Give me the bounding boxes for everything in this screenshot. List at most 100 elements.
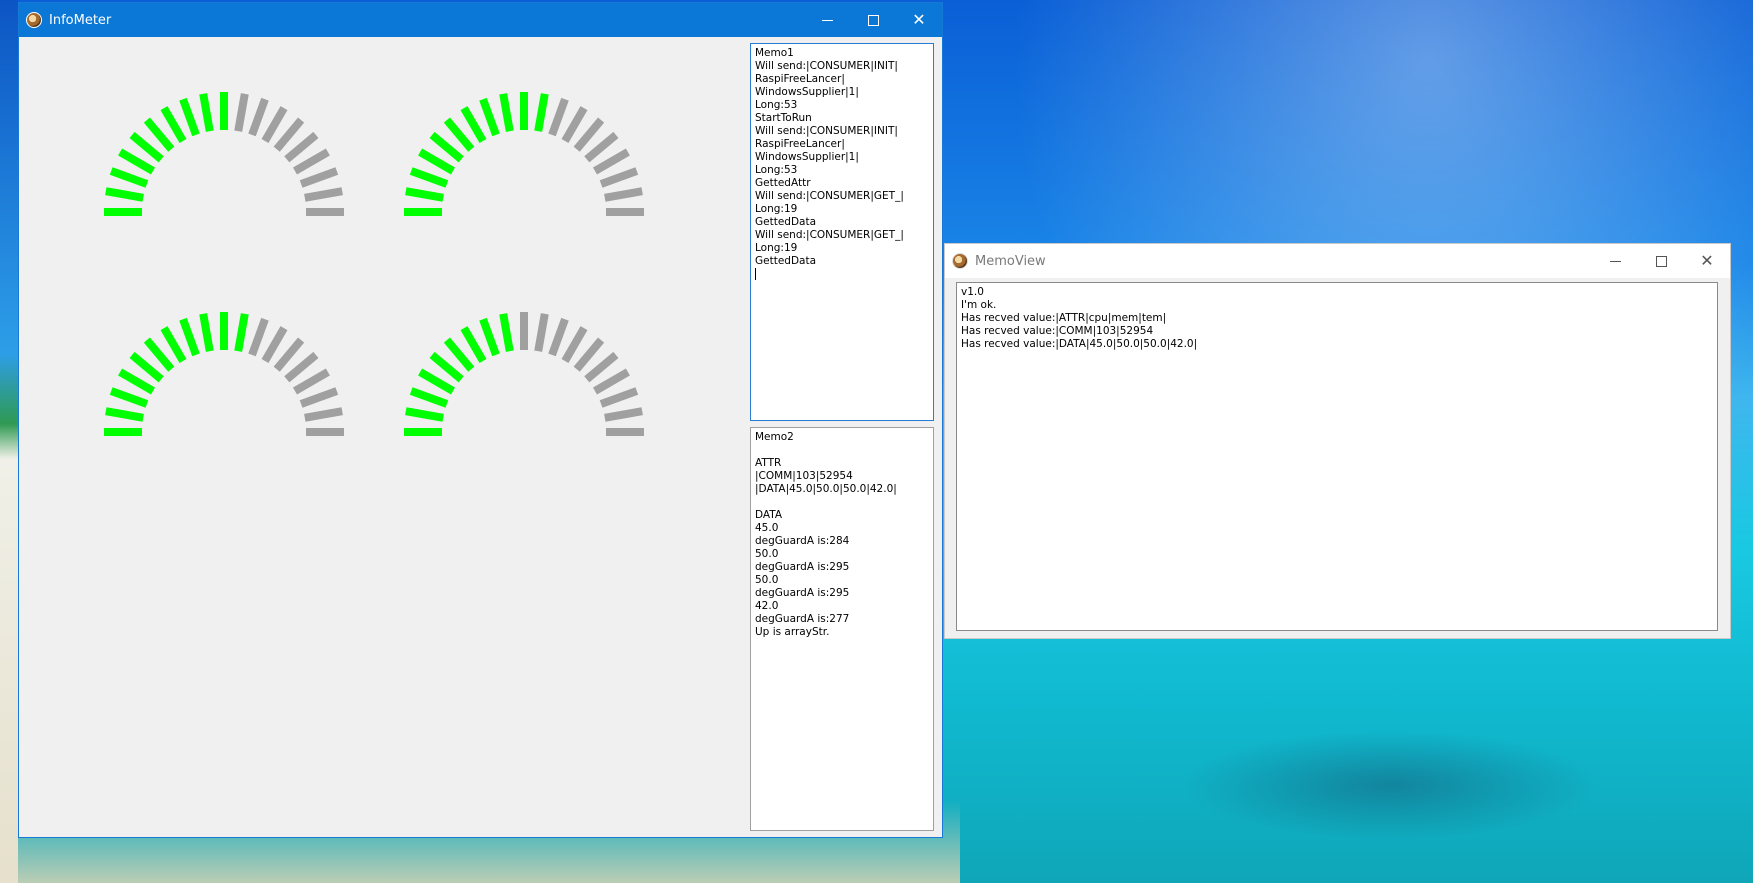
gauge-segment: [273, 117, 305, 152]
gauge-bottom-left: [104, 312, 344, 442]
memo-line: Will send:|CONSUMER|INIT|: [755, 125, 898, 137]
gauge-segment: [261, 106, 288, 144]
memo-line: |COMM|103|52954: [755, 470, 853, 482]
gauge-segment: [573, 337, 605, 372]
gauge-segment: [284, 351, 319, 383]
app-icon: [952, 253, 968, 269]
memo-line: Long:53: [755, 99, 798, 111]
gauge-segment: [109, 167, 149, 188]
gauge-segment: [118, 368, 156, 395]
infometer-titlebar[interactable]: InfoMeter ✕: [19, 3, 942, 37]
gauge-segment: [109, 387, 149, 408]
gauge-segment: [584, 351, 619, 383]
close-button[interactable]: ✕: [1684, 244, 1730, 278]
memo-line: [755, 444, 929, 457]
gauge-segment: [548, 317, 569, 357]
gauge-segment: [561, 106, 588, 144]
maximize-button[interactable]: [850, 3, 896, 37]
gauge-segment: [409, 167, 449, 188]
gauge-segment: [160, 326, 187, 364]
memo2-textarea[interactable]: Memo2 ATTR |COMM|103|52954 |DATA|45.0|50.0|…: [750, 427, 934, 831]
memo-line: RaspiFreeLancer|: [755, 73, 845, 85]
memo-line: WindowsSupplier|1|: [755, 86, 859, 98]
memo-line: GettedData: [755, 255, 817, 267]
text-caret: [755, 268, 929, 281]
close-icon: ✕: [1700, 251, 1714, 270]
window-title: InfoMeter: [49, 12, 112, 28]
gauge-segment: [460, 326, 487, 364]
gauge-segment: [299, 167, 339, 188]
memo1-textarea[interactable]: Memo1 Will send:|CONSUMER|INIT| RaspiFreeL…: [750, 43, 934, 421]
memo-line: degGuardA is:277: [755, 613, 850, 625]
gauge-segment: [561, 326, 588, 364]
gauge-segment: [234, 93, 249, 132]
gauge-segment: [299, 387, 339, 408]
gauge-segment: [499, 93, 514, 132]
memo-line: Memo1: [755, 47, 794, 59]
close-button[interactable]: ✕: [896, 3, 942, 37]
gauge-segment: [592, 368, 630, 395]
app-icon: [26, 12, 42, 28]
gauge-segment: [105, 187, 144, 202]
memo-line: degGuardA is:284: [755, 535, 850, 547]
memo-line: WindowsSupplier|1|: [755, 151, 859, 163]
gauge-top-right: [404, 92, 644, 222]
gauge-segment: [499, 313, 514, 352]
gauge-segment: [129, 131, 164, 163]
memo-line: StartToRun: [755, 112, 812, 124]
memo-line: DATA: [755, 509, 783, 521]
gauge-segment: [160, 106, 187, 144]
minimize-button[interactable]: [804, 3, 850, 37]
maximize-icon: [1655, 255, 1667, 267]
gauge-segment: [479, 317, 500, 357]
gauge-segment: [429, 131, 464, 163]
gauge-segment: [234, 313, 249, 352]
gauge-segment: [248, 97, 269, 137]
gauge-segment: [129, 351, 164, 383]
memoview-titlebar[interactable]: MemoView ✕: [945, 244, 1730, 278]
gauge-segment: [179, 97, 200, 137]
minimize-button[interactable]: [1592, 244, 1638, 278]
memo-line: GettedAttr: [755, 177, 811, 189]
gauge-segment: [292, 148, 330, 175]
memo-line: Has recved value:|ATTR|cpu|mem|tem|: [961, 312, 1167, 324]
memoview-window: MemoView ✕ v1.0 I'm ok. Has recved value:|…: [944, 243, 1731, 639]
desktop-reef: [1180, 730, 1600, 840]
memo-line: Has recved value:|DATA|45.0|50.0|50.0|42…: [961, 338, 1198, 350]
infometer-window: InfoMeter ✕ Memo1 Will send:|CONSUMER|INI…: [18, 2, 943, 838]
gauge-segment: [443, 337, 475, 372]
gauge-segment: [479, 97, 500, 137]
maximize-button[interactable]: [1638, 244, 1684, 278]
gauge-segment: [261, 326, 288, 364]
window-title: MemoView: [975, 253, 1046, 269]
memo-line: Will send:|CONSUMER|GET_|: [755, 190, 904, 202]
gauge-segment: [534, 93, 549, 132]
gauge-segment: [548, 97, 569, 137]
memo-line: RaspiFreeLancer|: [755, 138, 845, 150]
gauge-segment: [584, 131, 619, 163]
memo-line: Will send:|CONSUMER|GET_|: [755, 229, 904, 241]
gauge-segment: [273, 337, 305, 372]
memo-line: I'm ok.: [961, 299, 997, 311]
minimize-icon: [1609, 260, 1621, 262]
memo-line: Has recved value:|COMM|103|52954: [961, 325, 1154, 337]
gauge-segment: [418, 368, 456, 395]
gauge-segment: [292, 368, 330, 395]
gauge-top-left: [104, 92, 344, 222]
gauge-bottom-right: [404, 312, 644, 442]
memo-line: 50.0: [755, 548, 779, 560]
desktop-left-edge: [0, 0, 18, 883]
close-icon: ✕: [912, 10, 926, 29]
gauge-segment: [592, 148, 630, 175]
gauge-segment: [599, 167, 639, 188]
gauge-segment: [604, 407, 643, 422]
gauge-segment: [248, 317, 269, 357]
gauge-segment: [604, 187, 643, 202]
memo-line: Long:53: [755, 164, 798, 176]
gauge-segment: [418, 148, 456, 175]
memoview-textarea[interactable]: v1.0 I'm ok. Has recved value:|ATTR|cpu|me…: [956, 282, 1718, 631]
gauge-segment: [443, 117, 475, 152]
gauge-segment: [460, 106, 487, 144]
memo-line: 50.0: [755, 574, 779, 586]
maximize-icon: [867, 14, 879, 26]
